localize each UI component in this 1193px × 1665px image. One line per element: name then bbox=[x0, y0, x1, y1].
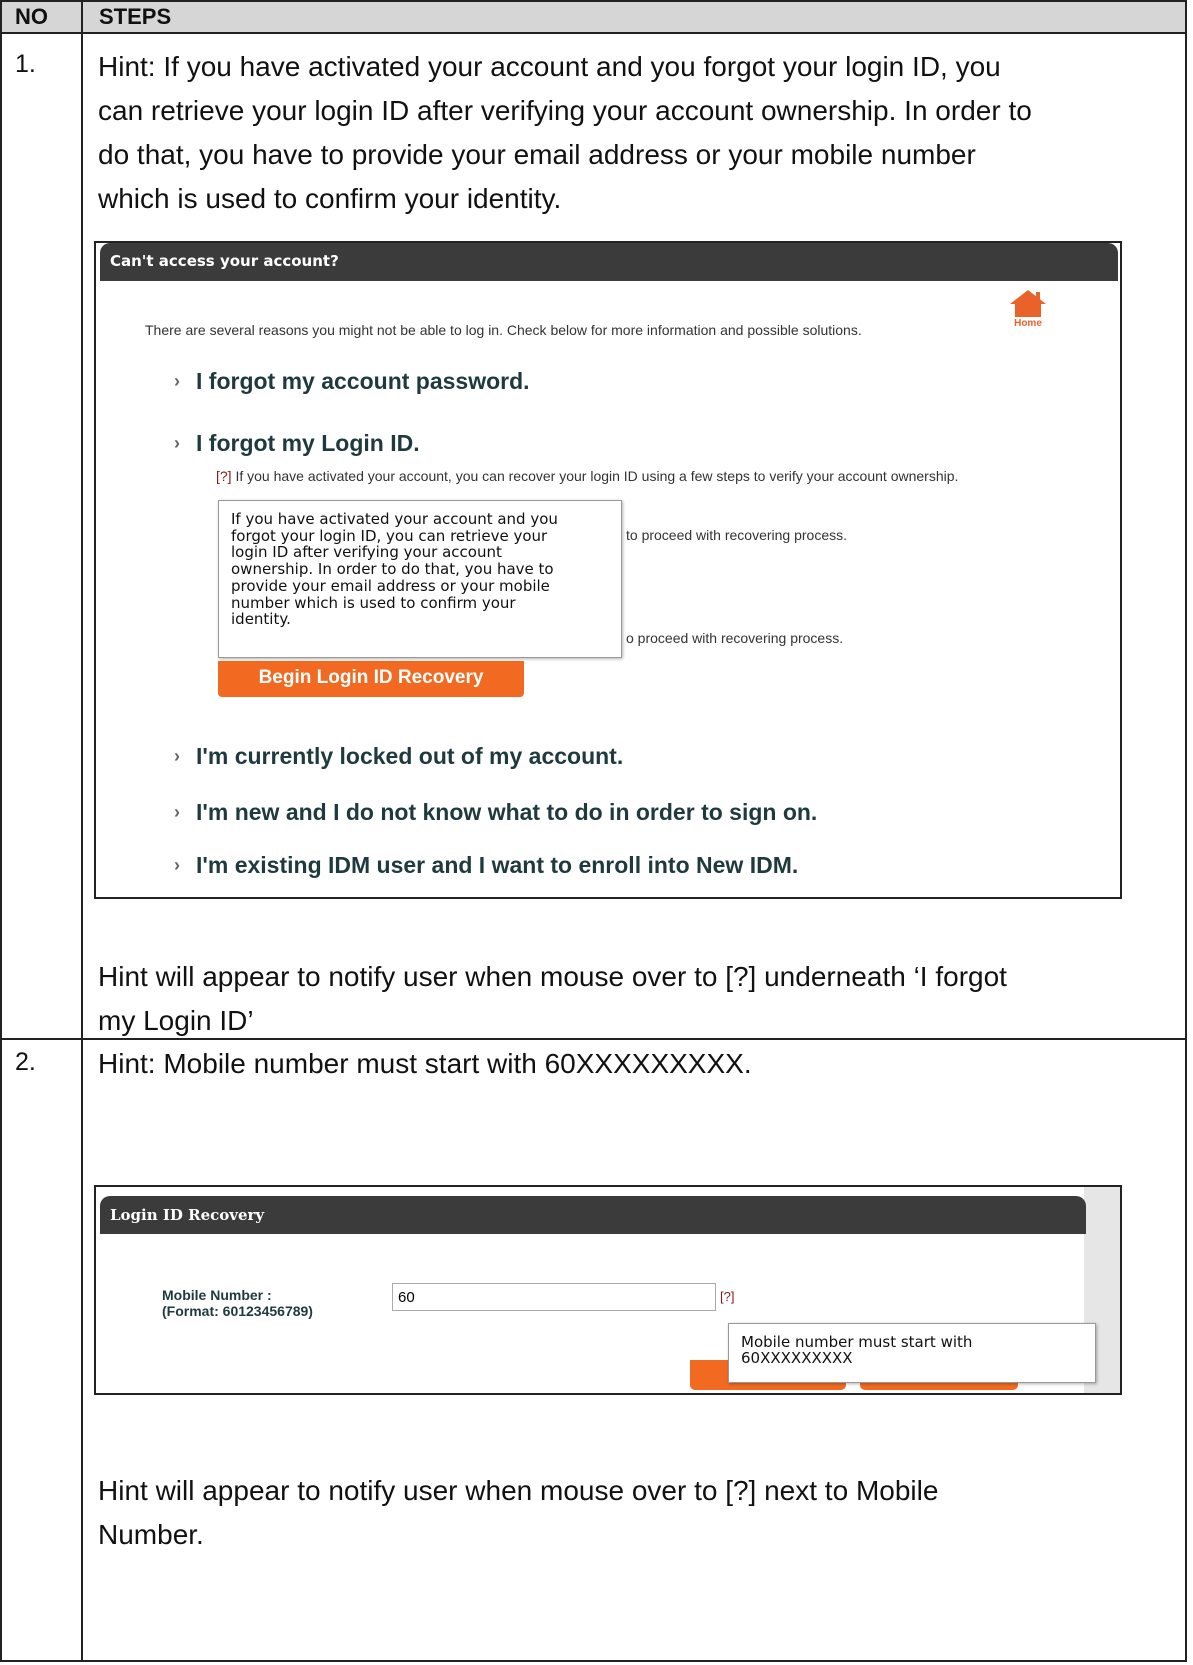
intro-text: There are several reasons you might not … bbox=[145, 322, 862, 338]
label-format: (Format: 60123456789) bbox=[162, 1303, 313, 1319]
step-2-note: Hint will appear to notify user when mou… bbox=[98, 1469, 1168, 1557]
tooltip-line: ownership. In order to do that, you have… bbox=[231, 560, 554, 579]
login-id-help: [?] If you have activated your account, … bbox=[216, 468, 958, 484]
table-header-row: NO STEPS bbox=[2, 2, 1185, 34]
mobile-number-input[interactable] bbox=[392, 1283, 716, 1311]
tooltip-line: number which is used to confirm your bbox=[231, 593, 516, 612]
mobile-number-label: Mobile Number : (Format: 60123456789) bbox=[162, 1287, 313, 1319]
option-label: I'm existing IDM user and I want to enro… bbox=[196, 852, 799, 878]
tooltip-line: login ID after verifying your account bbox=[231, 543, 502, 562]
tooltip-line: identity. bbox=[231, 610, 291, 629]
step-1-number: 1. bbox=[15, 50, 36, 78]
login-id-recovery-screenshot: Login ID Recovery Mobile Number : (Forma… bbox=[94, 1185, 1122, 1395]
note-line: Hint will appear to notify user when mou… bbox=[98, 961, 1007, 992]
tooltip-line: Mobile number must start with bbox=[741, 1333, 973, 1351]
hint-tooltip: Mobile number must start with 60XXXXXXXX… bbox=[728, 1323, 1096, 1383]
recover-instruction-1: to proceed with recovering process. bbox=[626, 527, 847, 543]
panel-title: Login ID Recovery bbox=[110, 1206, 265, 1224]
option-locked-out[interactable]: › I'm currently locked out of my account. bbox=[174, 743, 623, 770]
step-2-hint: Hint: Mobile number must start with 60XX… bbox=[98, 1048, 752, 1079]
header-steps: STEPS bbox=[99, 4, 172, 29]
option-forgot-login-id[interactable]: › I forgot my Login ID. bbox=[174, 430, 420, 457]
tooltip-line: provide your email address or your mobil… bbox=[231, 576, 550, 595]
option-existing-idm-user[interactable]: › I'm existing IDM user and I want to enr… bbox=[174, 852, 798, 879]
hint-tooltip: If you have activated your account and y… bbox=[218, 500, 622, 658]
chevron-right-icon: › bbox=[174, 746, 180, 766]
option-forgot-password[interactable]: › I forgot my account password. bbox=[174, 368, 530, 395]
cant-access-screenshot: Can't access your account? Home There ar… bbox=[94, 241, 1122, 899]
column-divider bbox=[81, 2, 83, 1660]
panel-title-bar: Can't access your account? bbox=[100, 243, 1118, 281]
chevron-right-icon: › bbox=[174, 433, 180, 453]
chevron-right-icon: › bbox=[174, 855, 180, 875]
hint-line: do that, you have to provide your email … bbox=[98, 139, 976, 170]
option-label: I'm currently locked out of my account. bbox=[196, 743, 624, 769]
header-no: NO bbox=[15, 4, 48, 29]
note-line: Hint will appear to notify user when mou… bbox=[98, 1475, 939, 1506]
option-label: I forgot my account password. bbox=[196, 368, 530, 394]
home-button[interactable]: Home bbox=[1008, 288, 1048, 330]
help-link[interactable]: [?] bbox=[216, 468, 232, 484]
option-label: I forgot my Login ID. bbox=[196, 430, 420, 456]
tooltip-line: If you have activated your account and y… bbox=[231, 510, 558, 528]
tooltip-line: 60XXXXXXXXX bbox=[741, 1349, 853, 1367]
label-line: Mobile Number : bbox=[162, 1287, 272, 1303]
step-2-number: 2. bbox=[15, 1048, 36, 1076]
option-new-user[interactable]: › I'm new and I do not know what to do in… bbox=[174, 799, 817, 826]
hint-line: which is used to confirm your identity. bbox=[98, 183, 562, 214]
hint-line: Hint: If you have activated your account… bbox=[98, 51, 1001, 82]
step-1-note: Hint will appear to notify user when mou… bbox=[98, 955, 1168, 1043]
tooltip-line: forgot your login ID, you can retrieve y… bbox=[231, 526, 548, 545]
note-line: my Login ID’ bbox=[98, 1005, 254, 1036]
hint-line: can retrieve your login ID after verifyi… bbox=[98, 95, 1032, 126]
chevron-right-icon: › bbox=[174, 802, 180, 822]
step-1-hint: Hint: If you have activated your account… bbox=[98, 45, 1168, 221]
home-icon bbox=[1010, 290, 1046, 317]
help-link[interactable]: [?] bbox=[720, 1289, 734, 1304]
home-label: Home bbox=[1014, 318, 1042, 329]
recover-instruction-2: o proceed with recovering process. bbox=[626, 630, 844, 646]
panel-title: Can't access your account? bbox=[110, 252, 339, 270]
option-label: I'm new and I do not know what to do in … bbox=[196, 799, 818, 825]
steps-table: NO STEPS 1. Hint: If you have activated … bbox=[0, 0, 1187, 1662]
note-line: Number. bbox=[98, 1519, 204, 1550]
panel-title-bar: Login ID Recovery bbox=[100, 1196, 1086, 1234]
help-text: If you have activated your account, you … bbox=[231, 468, 959, 484]
begin-login-id-recovery-button[interactable]: Begin Login ID Recovery bbox=[218, 661, 524, 697]
chevron-right-icon: › bbox=[174, 371, 180, 391]
